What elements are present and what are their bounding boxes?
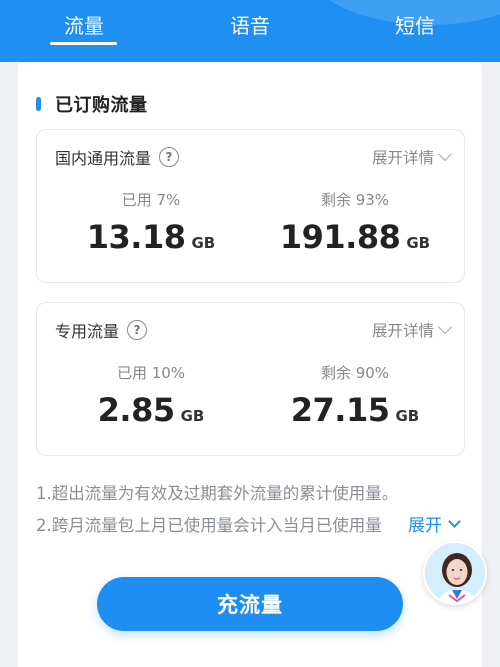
remaining-label: 剩余 90%: [320, 364, 390, 382]
data-usage-card: 已订购流量 国内通用流量 ? 展开详情 已用 7% 13.18 GB 剩余 93%…: [18, 62, 482, 667]
active-tab-indicator: [50, 42, 117, 45]
plan-name: 专用流量: [55, 322, 120, 341]
remaining-stat: 剩余 93% 191.88 GB: [255, 188, 455, 258]
chevron-down-icon: [437, 146, 453, 162]
plan-name: 国内通用流量: [55, 149, 152, 168]
used-amount: 13.18: [86, 218, 186, 256]
used-amount: 2.85: [97, 391, 175, 429]
remaining-label: 剩余 93%: [320, 191, 390, 209]
section-header: 已订购流量: [36, 92, 148, 116]
top-tab-bar: 流量 语音 短信: [0, 0, 500, 62]
chevron-down-icon: [448, 515, 461, 528]
special-data-plan: 专用流量 ? 展开详情 已用 10% 2.85 GB 剩余 90% 27.15 GB: [36, 302, 465, 456]
help-icon[interactable]: ?: [159, 147, 180, 167]
expand-details-button[interactable]: 展开详情: [371, 146, 453, 168]
section-title: 已订购流量: [55, 95, 148, 116]
usage-note: 2.跨月流量包上月已使用量会计入当月已使用量: [36, 516, 382, 535]
domestic-data-plan: 国内通用流量 ? 展开详情 已用 7% 13.18 GB 剩余 93% 191.8…: [36, 129, 465, 283]
used-value: 2.85 GB: [51, 389, 251, 431]
expand-details-label: 展开详情: [371, 322, 434, 340]
remaining-unit: GB: [395, 407, 420, 425]
used-unit: GB: [180, 407, 205, 425]
used-label: 已用 10%: [116, 364, 186, 382]
expand-notes-label: 展开: [408, 516, 442, 536]
help-icon[interactable]: ?: [127, 320, 148, 340]
tab-voice[interactable]: 语音: [215, 11, 285, 47]
plan-header: 国内通用流量 ? 展开详情: [55, 146, 453, 168]
expand-details-label: 展开详情: [371, 149, 434, 167]
chevron-down-icon: [437, 319, 453, 335]
remaining-amount: 27.15: [290, 391, 390, 429]
used-unit: GB: [191, 234, 216, 252]
remaining-value: 191.88 GB: [255, 216, 455, 258]
recharge-data-button[interactable]: 充流量: [97, 577, 403, 631]
used-value: 13.18 GB: [51, 216, 251, 258]
section-marker: [36, 97, 41, 111]
used-label: 已用 7%: [121, 191, 181, 209]
expand-notes-button[interactable]: 展开: [406, 511, 461, 536]
plan-header: 专用流量 ? 展开详情: [55, 319, 453, 341]
remaining-stat: 剩余 90% 27.15 GB: [255, 361, 455, 431]
assistant-avatar[interactable]: [423, 541, 487, 605]
tab-sms[interactable]: 短信: [380, 11, 450, 47]
remaining-value: 27.15 GB: [255, 389, 455, 431]
remaining-unit: GB: [406, 234, 431, 252]
remaining-amount: 191.88: [279, 218, 401, 256]
used-stat: 已用 10% 2.85 GB: [51, 361, 251, 431]
expand-details-button[interactable]: 展开详情: [371, 319, 453, 341]
used-stat: 已用 7% 13.18 GB: [51, 188, 251, 258]
usage-note: 1.超出流量为有效及过期套外流量的累计使用量。: [36, 484, 399, 503]
